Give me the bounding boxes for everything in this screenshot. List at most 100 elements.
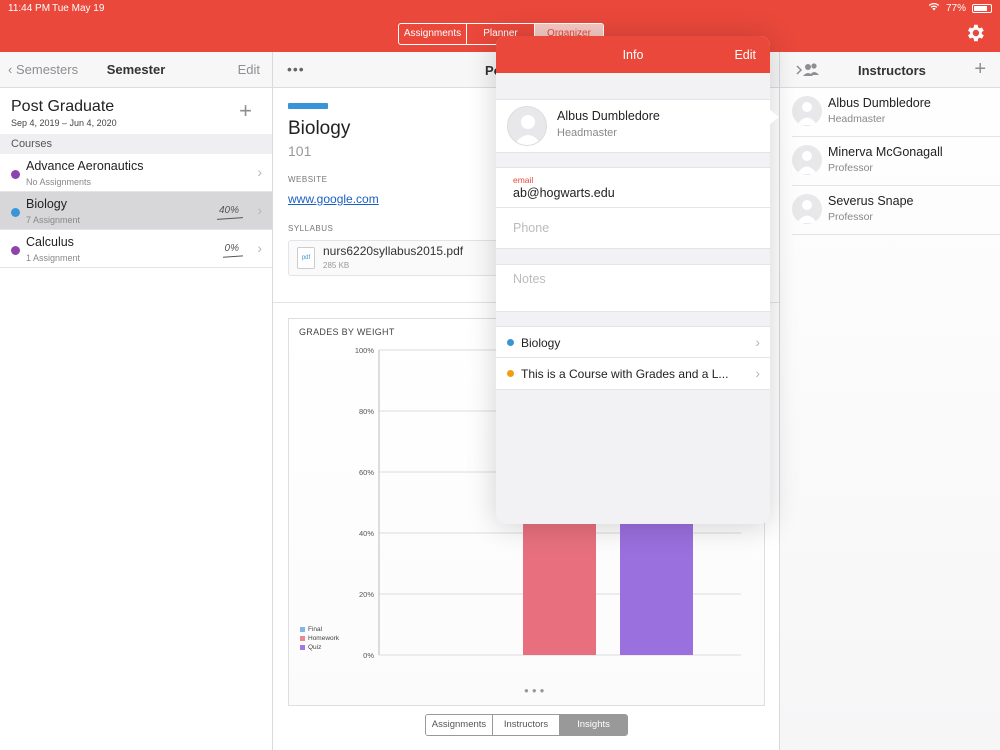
email-label: email: [513, 175, 534, 185]
legend-label: Final: [308, 626, 323, 633]
tab-course-insights[interactable]: Insights: [560, 715, 627, 735]
instructor-row-role: Professor: [828, 162, 873, 174]
email-field[interactable]: email ab@hogwarts.edu: [496, 167, 770, 208]
course-assignment-count: 1 Assignment: [26, 253, 81, 263]
legend-swatch: [300, 636, 305, 641]
course-assignment-count: 7 Assignment: [26, 215, 81, 225]
course-name: Advance Aeronautics: [26, 159, 144, 173]
bar-quiz: [620, 511, 693, 655]
website-link[interactable]: www.google.com: [288, 192, 379, 206]
phone-placeholder: Phone: [513, 221, 550, 235]
notes-field[interactable]: Notes: [496, 264, 770, 312]
instructor-row-role: Professor: [828, 211, 873, 223]
course-number: 101: [288, 143, 312, 159]
course-name: Biology: [26, 197, 67, 211]
status-date: Tue May 19: [52, 3, 105, 14]
legend-swatch: [300, 627, 305, 632]
instructors-people-icon[interactable]: [794, 61, 822, 79]
avatar: [507, 106, 547, 146]
edit-instructor-button[interactable]: Edit: [734, 48, 756, 62]
syllabus-label: SYLLABUS: [288, 224, 334, 233]
instructor-course-name: Biology: [521, 336, 561, 350]
course-title: Biology: [288, 118, 351, 139]
instructor-row-role: Headmaster: [828, 113, 886, 125]
instructor-row[interactable]: Severus Snape Professor: [792, 186, 1000, 235]
add-course-button[interactable]: +: [239, 98, 252, 124]
instructors-title: Instructors: [858, 63, 926, 78]
course-list: Advance Aeronautics No Assignments › Biolog…: [0, 154, 272, 268]
bar-homework: [523, 511, 596, 655]
course-row[interactable]: Calculus 1 Assignment 0% ›: [0, 230, 272, 268]
course-grade: 40%: [218, 205, 239, 216]
email-value: ab@hogwarts.edu: [513, 186, 615, 200]
chevron-right-icon: ›: [755, 334, 760, 350]
y-tick-label: 20%: [359, 590, 374, 599]
semester-nav-bar: ‹ Semesters Semester Edit: [0, 52, 272, 88]
course-name: Calculus: [26, 235, 74, 249]
avatar: [792, 96, 822, 126]
chevron-right-icon: ›: [257, 202, 262, 218]
y-tick-label: 80%: [359, 407, 374, 416]
tab-course-assignments[interactable]: Assignments: [426, 715, 493, 735]
instructor-course-row[interactable]: Biology ›: [496, 326, 770, 358]
wifi-icon: [928, 2, 940, 14]
instructor-list: Albus Dumbledore Headmaster Minerva McGona…: [780, 88, 1000, 235]
chevron-right-icon: ›: [257, 240, 262, 256]
semester-name: Post Graduate: [11, 98, 115, 115]
instructors-nav-bar: Instructors +: [780, 52, 1000, 88]
semester-panel: ‹ Semesters Semester Edit Post Graduate …: [0, 52, 273, 750]
chart-title: GRADES BY WEIGHT: [299, 327, 395, 337]
file-size: 285 KB: [323, 261, 350, 270]
website-label: WEBSITE: [288, 175, 328, 184]
course-color-dot: [11, 246, 20, 255]
instructor-course-row[interactable]: This is a Course with Grades and a L... ›: [496, 358, 770, 390]
y-tick-label: 0%: [363, 651, 374, 660]
page-indicator: ●●●: [524, 686, 548, 695]
y-tick-label: 60%: [359, 468, 374, 477]
instructors-panel: Instructors + Albus Dumbledore Headmaster…: [779, 52, 1000, 750]
avatar: [792, 145, 822, 175]
instructor-row-name: Albus Dumbledore: [828, 96, 931, 110]
instructor-row-name: Minerva McGonagall: [828, 145, 943, 159]
phone-field[interactable]: Phone: [496, 208, 770, 249]
legend-entry: Quiz: [300, 643, 339, 652]
y-tick-label: 100%: [355, 346, 375, 355]
legend-label: Homework: [308, 635, 340, 642]
legend-entry: Homework: [300, 634, 339, 643]
course-row[interactable]: Advance Aeronautics No Assignments ›: [0, 154, 272, 192]
popover-arrow: [769, 109, 779, 125]
course-assignment-count: No Assignments: [26, 177, 92, 187]
legend-entry: Final: [300, 625, 339, 634]
instructor-card: Albus Dumbledore Headmaster: [496, 99, 770, 153]
courses-section-header: Courses: [0, 134, 272, 154]
course-row[interactable]: Biology 7 Assignment 40% ›: [0, 192, 272, 230]
semester-nav-title: Semester: [106, 62, 166, 77]
course-color-dot: [11, 208, 20, 217]
instructor-row[interactable]: Minerva McGonagall Professor: [792, 137, 1000, 186]
status-right: 77%: [928, 2, 992, 14]
status-time: 11:44 PM: [8, 3, 51, 14]
avatar: [792, 194, 822, 224]
course-grade: 0%: [224, 243, 239, 254]
instructor-role: Headmaster: [557, 127, 617, 139]
more-options-icon[interactable]: •••: [287, 61, 305, 77]
battery-icon: [972, 3, 992, 13]
syllabus-file[interactable]: pdf nurs6220syllabus2015.pdf 285 KB: [288, 240, 498, 276]
y-tick-label: 40%: [359, 529, 374, 538]
course-color-dot: [11, 170, 20, 179]
course-color-bar: [288, 103, 328, 109]
instructor-course-name: This is a Course with Grades and a L...: [521, 367, 729, 381]
instructor-name: Albus Dumbledore: [557, 109, 660, 123]
tab-course-instructors[interactable]: Instructors: [493, 715, 560, 735]
semester-dates: Sep 4, 2019 – Jun 4, 2020: [11, 118, 117, 128]
course-color-dot: [507, 339, 514, 346]
tab-assignments[interactable]: Assignments: [399, 24, 467, 44]
add-instructor-button[interactable]: +: [974, 58, 986, 81]
chevron-right-icon: ›: [257, 164, 262, 180]
notes-placeholder: Notes: [513, 272, 546, 286]
edit-semester-button[interactable]: Edit: [238, 62, 260, 77]
gear-icon[interactable]: [964, 22, 986, 44]
battery-percent: 77%: [945, 2, 966, 14]
instructor-row[interactable]: Albus Dumbledore Headmaster: [792, 88, 1000, 137]
chart-legend: Final Homework Quiz: [300, 625, 339, 652]
